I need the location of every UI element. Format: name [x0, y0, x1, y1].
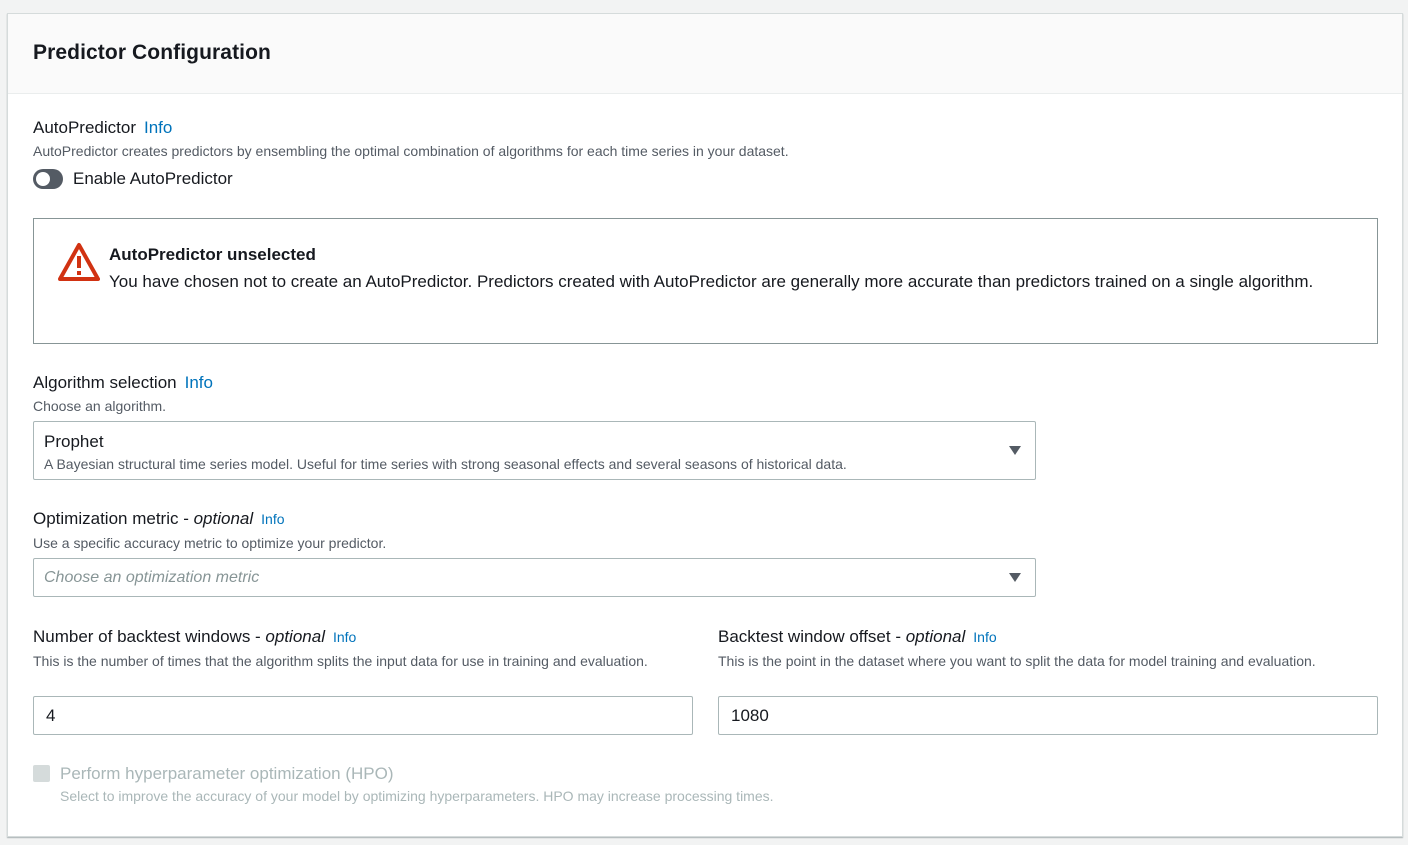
autopredictor-toggle-row[interactable]: Enable AutoPredictor [33, 169, 233, 189]
backtest-windows-info-link[interactable]: Info [333, 629, 356, 645]
backtest-offset-label: Backtest window offset - optional Info [718, 627, 997, 646]
autopredictor-toggle[interactable] [33, 169, 63, 189]
hpo-description: Select to improve the accuracy of your m… [60, 788, 774, 804]
backtest-windows-description: This is the number of times that the alg… [33, 653, 648, 669]
backtest-windows-input[interactable] [33, 696, 693, 735]
chevron-down-icon [1009, 446, 1021, 455]
optimization-description: Use a specific accuracy metric to optimi… [33, 535, 387, 551]
algorithm-description: Choose an algorithm. [33, 398, 167, 414]
hpo-label: Perform hyperparameter optimization (HPO… [60, 764, 394, 783]
optimization-info-link[interactable]: Info [261, 511, 284, 527]
autopredictor-warning-alert: AutoPredictor unselected You have chosen… [33, 218, 1378, 344]
alert-title: AutoPredictor unselected [109, 245, 316, 264]
alert-text: You have chosen not to create an AutoPre… [109, 272, 1314, 291]
backtest-offset-description: This is the point in the dataset where y… [718, 653, 1316, 669]
algorithm-info-link[interactable]: Info [185, 373, 213, 392]
autopredictor-info-link[interactable]: Info [144, 118, 172, 137]
backtest-offset-info-link[interactable]: Info [973, 629, 996, 645]
toggle-knob [36, 172, 50, 186]
optimization-label: Optimization metric - optional Info [33, 509, 285, 528]
chevron-down-icon [1009, 573, 1021, 582]
algorithm-select[interactable]: Prophet A Bayesian structural time serie… [33, 421, 1036, 480]
optimization-placeholder: Choose an optimization metric [44, 569, 260, 586]
optimization-metric-select[interactable]: Choose an optimization metric [33, 558, 1036, 597]
algorithm-selected-value: Prophet [44, 432, 104, 451]
algorithm-selected-description: A Bayesian structural time series model.… [44, 456, 847, 472]
predictor-configuration-panel: Predictor Configuration AutoPredictor Inf… [7, 13, 1403, 837]
backtest-offset-input[interactable] [718, 696, 1378, 735]
warning-triangle-icon [58, 243, 100, 281]
panel-header: Predictor Configuration [8, 14, 1402, 94]
hpo-checkbox[interactable] [33, 765, 50, 782]
panel-title: Predictor Configuration [33, 41, 271, 64]
autopredictor-toggle-label: Enable AutoPredictor [73, 169, 233, 188]
backtest-windows-label: Number of backtest windows - optional Inf… [33, 627, 357, 646]
algorithm-label: Algorithm selection Info [33, 373, 213, 392]
autopredictor-description: AutoPredictor creates predictors by ense… [33, 143, 789, 159]
autopredictor-label: AutoPredictor Info [33, 118, 173, 137]
